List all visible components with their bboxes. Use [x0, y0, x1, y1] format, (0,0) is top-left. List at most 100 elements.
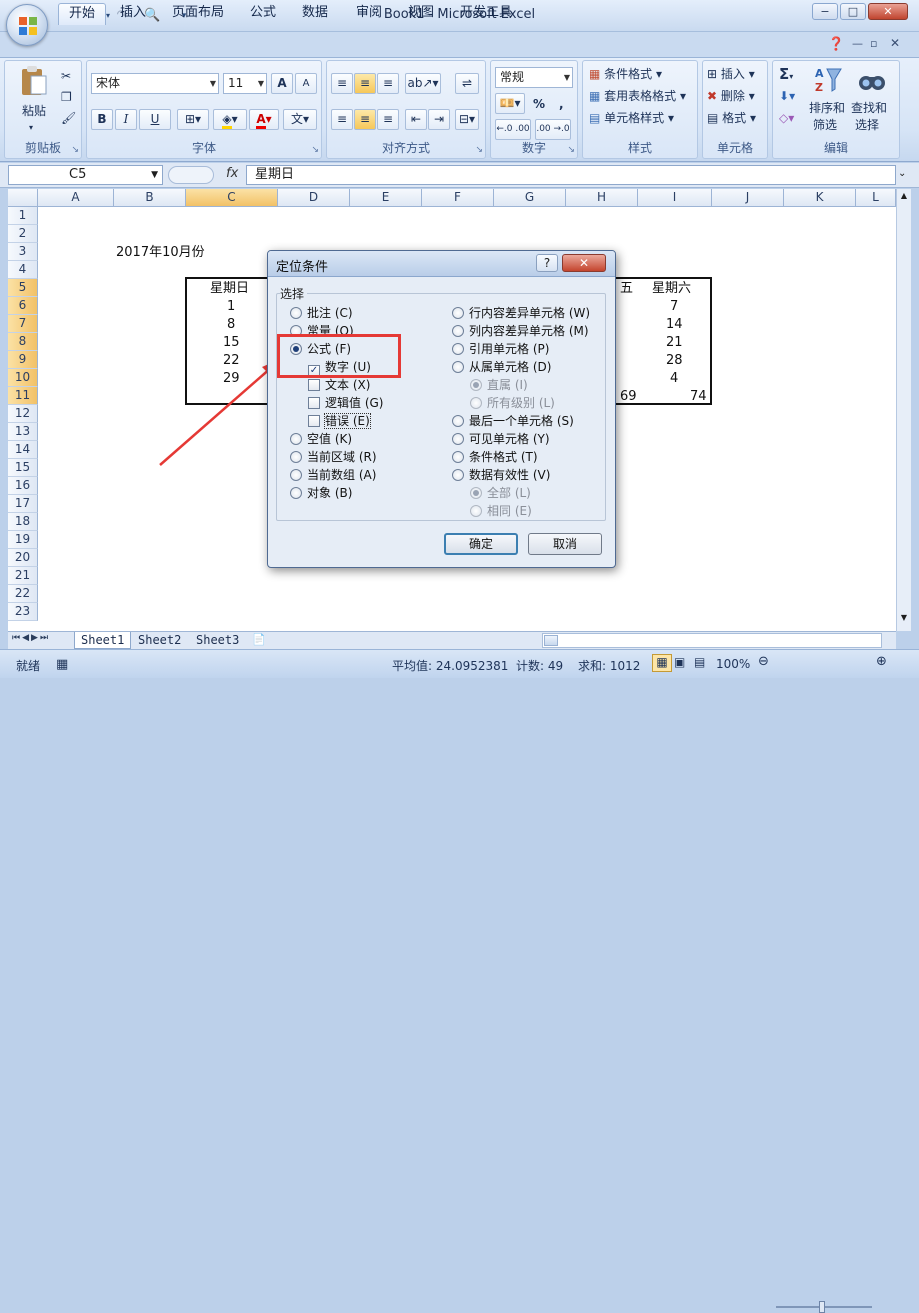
workbook-close-icon[interactable]: ✕: [890, 36, 900, 50]
page-break-view-icon[interactable]: ▤: [694, 655, 705, 669]
saturday-value-cell[interactable]: 4: [670, 370, 678, 388]
option-dependents[interactable]: 从属单元格 (D): [452, 359, 551, 375]
fill-color-button[interactable]: ◈▾: [213, 109, 247, 130]
option-column-differences[interactable]: 列内容差异单元格 (M): [452, 323, 589, 339]
row-header[interactable]: 12: [8, 405, 38, 423]
row-header[interactable]: 4: [8, 261, 38, 279]
dialog-help-button[interactable]: ?: [536, 254, 558, 272]
alignment-launcher-icon[interactable]: ↘: [475, 145, 483, 155]
shrink-font-button[interactable]: A: [295, 73, 317, 94]
normal-view-icon[interactable]: ▦: [652, 654, 672, 672]
row-header[interactable]: 10: [8, 369, 38, 387]
row-header[interactable]: 6: [8, 297, 38, 315]
saturday-value-cell[interactable]: 28: [666, 352, 683, 370]
tab-formulas[interactable]: 公式: [240, 3, 286, 25]
bold-button[interactable]: B: [91, 109, 113, 130]
row-header[interactable]: 14: [8, 441, 38, 459]
format-cells-button[interactable]: ▤ 格式 ▾: [707, 109, 756, 127]
grow-font-button[interactable]: A: [271, 73, 293, 94]
check-text[interactable]: 文本 (X): [308, 377, 370, 393]
cell-styles-button[interactable]: ▤ 单元格样式 ▾: [589, 109, 674, 127]
ribbon-minimize-icon[interactable]: —: [852, 37, 863, 50]
total-i-cell[interactable]: 74: [690, 388, 707, 406]
row-header[interactable]: 3: [8, 243, 38, 261]
decrease-indent-button[interactable]: ⇤: [405, 109, 427, 130]
paste-dropdown-icon[interactable]: ▾: [29, 119, 33, 137]
sheet-tab-3[interactable]: Sheet3: [190, 632, 245, 649]
column-header-h[interactable]: H: [566, 189, 638, 207]
column-header-b[interactable]: B: [114, 189, 186, 207]
horizontal-scroll-thumb[interactable]: [544, 635, 558, 646]
office-button[interactable]: [6, 4, 48, 46]
tab-page-layout[interactable]: 页面布局: [162, 3, 234, 25]
currency-button[interactable]: 💴▾: [495, 93, 525, 114]
formula-bar-grip[interactable]: [168, 166, 214, 184]
ok-button[interactable]: 确定: [444, 533, 518, 555]
sunday-value-cell[interactable]: 8: [227, 316, 235, 334]
fill-button[interactable]: ⬇▾: [779, 87, 795, 105]
font-color-button[interactable]: A▾: [249, 109, 279, 130]
option-precedents[interactable]: 引用单元格 (P): [452, 341, 549, 357]
italic-button[interactable]: I: [115, 109, 137, 130]
align-top-button[interactable]: ≡: [331, 73, 353, 94]
option-current-region[interactable]: 当前区域 (R): [290, 449, 377, 465]
tab-review[interactable]: 审阅: [346, 3, 392, 25]
align-right-button[interactable]: ≡: [377, 109, 399, 130]
cut-icon[interactable]: ✂: [61, 67, 71, 85]
paste-label[interactable]: 粘贴: [22, 102, 46, 120]
column-header-e[interactable]: E: [350, 189, 422, 207]
align-bottom-button[interactable]: ≡: [377, 73, 399, 94]
orientation-button[interactable]: ab↗▾: [405, 73, 441, 94]
format-painter-icon[interactable]: 🖌: [61, 109, 76, 127]
comma-button[interactable]: ,: [559, 95, 564, 113]
conditional-format-button[interactable]: ▦ 条件格式 ▾: [589, 65, 662, 83]
zoom-slider-thumb[interactable]: [819, 1301, 825, 1313]
header-friday-partial-cell[interactable]: 五: [620, 280, 633, 298]
page-layout-view-icon[interactable]: ▣: [674, 655, 685, 669]
font-size-select[interactable]: 11 ▼: [223, 73, 267, 94]
decrease-decimal-button[interactable]: .00 →.0: [535, 119, 571, 140]
horizontal-scrollbar[interactable]: [542, 633, 882, 648]
header-saturday-cell[interactable]: 星期六: [652, 280, 691, 298]
scroll-down-icon[interactable]: ▼: [898, 613, 910, 627]
column-header-a[interactable]: A: [38, 189, 114, 207]
row-header[interactable]: 18: [8, 513, 38, 531]
zoom-out-icon[interactable]: ⊖: [758, 654, 769, 669]
delete-cells-button[interactable]: ✖ 删除 ▾: [707, 87, 755, 105]
maximize-button[interactable]: □: [840, 3, 866, 20]
column-header-l[interactable]: L: [856, 189, 896, 207]
column-header-j[interactable]: J: [712, 189, 784, 207]
option-visible-cells[interactable]: 可见单元格 (Y): [452, 431, 550, 447]
option-objects[interactable]: 对象 (B): [290, 485, 352, 501]
saturday-value-cell[interactable]: 21: [666, 334, 683, 352]
option-data-validation[interactable]: 数据有效性 (V): [452, 467, 550, 483]
font-launcher-icon[interactable]: ↘: [311, 145, 319, 155]
expand-formula-bar-icon[interactable]: ⌄: [898, 168, 906, 179]
column-header-f[interactable]: F: [422, 189, 494, 207]
row-header[interactable]: 19: [8, 531, 38, 549]
row-header[interactable]: 15: [8, 459, 38, 477]
row-header[interactable]: 23: [8, 603, 38, 621]
check-errors[interactable]: 错误 (E): [308, 413, 371, 429]
row-header[interactable]: 2: [8, 225, 38, 243]
clipboard-launcher-icon[interactable]: ↘: [71, 145, 79, 155]
header-sunday-cell[interactable]: 星期日: [210, 280, 249, 298]
insert-sheet-icon[interactable]: 📄: [252, 633, 266, 646]
percent-button[interactable]: %: [533, 95, 545, 113]
row-header[interactable]: 16: [8, 477, 38, 495]
close-window-button[interactable]: ✕: [868, 3, 908, 20]
macro-record-icon[interactable]: ▦: [56, 657, 68, 672]
option-conditional-formats[interactable]: 条件格式 (T): [452, 449, 538, 465]
dialog-close-button[interactable]: ✕: [562, 254, 606, 272]
find-select-label-1[interactable]: 查找和: [851, 99, 887, 117]
tab-developer[interactable]: 开发工具: [450, 3, 522, 25]
ribbon-restore-icon[interactable]: ▫: [870, 37, 877, 50]
column-header-c[interactable]: C: [186, 189, 278, 207]
name-box[interactable]: C5 ▼: [8, 165, 163, 185]
vertical-scrollbar[interactable]: ▲ ▼: [896, 189, 911, 631]
sort-filter-label-1[interactable]: 排序和: [809, 99, 845, 117]
row-header[interactable]: 21: [8, 567, 38, 585]
option-validation-all[interactable]: 全部 (L): [470, 485, 531, 501]
row-header[interactable]: 7: [8, 315, 38, 333]
sunday-value-cell[interactable]: 1: [227, 298, 235, 316]
